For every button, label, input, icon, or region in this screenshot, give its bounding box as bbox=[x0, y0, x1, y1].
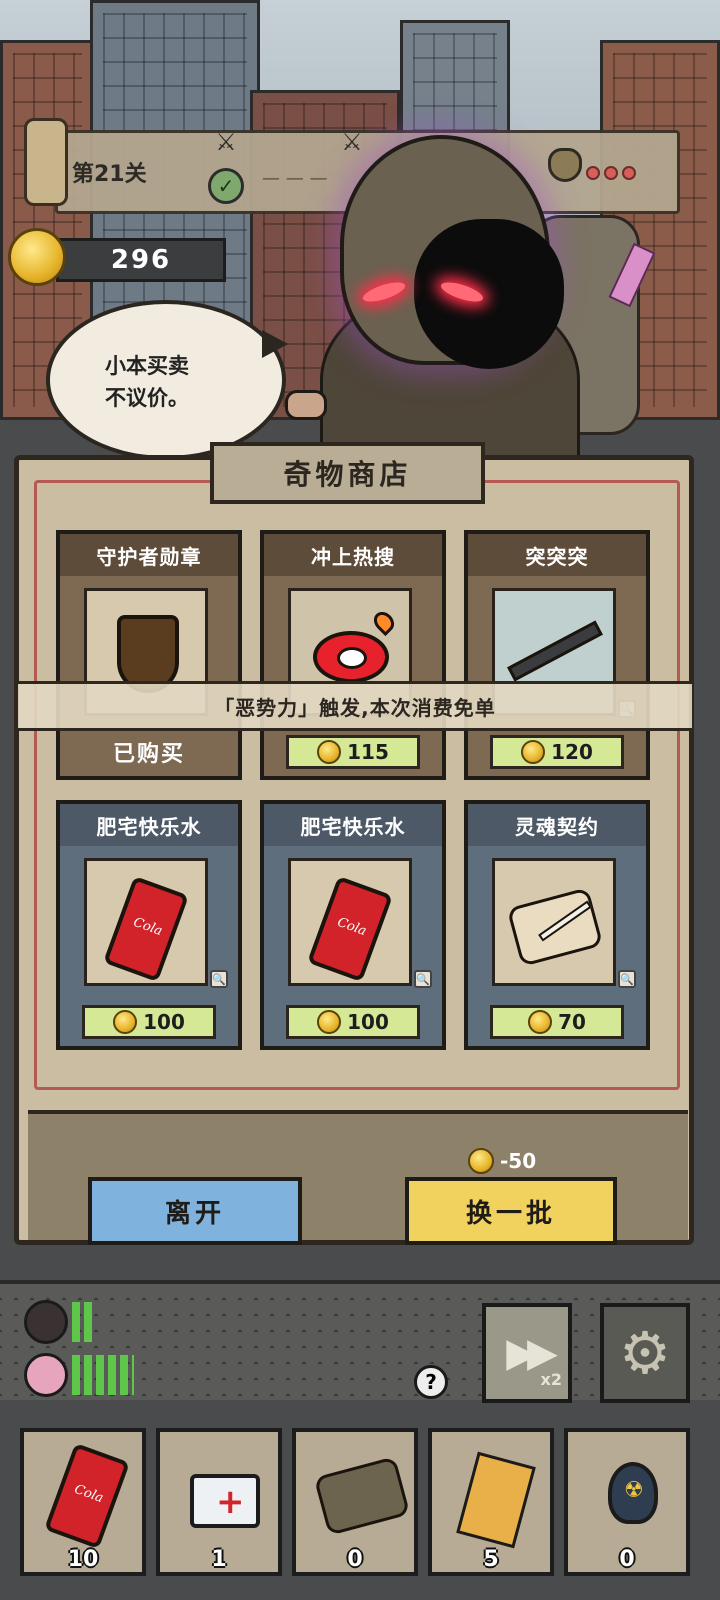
level-label: 第21关 bbox=[72, 162, 147, 187]
settings-button[interactable]: ⚙ bbox=[600, 1303, 690, 1403]
inventory-bar: Cola 10 1 0 5 0 bbox=[14, 1418, 706, 1594]
coin-icon bbox=[317, 740, 342, 764]
inventory-slot[interactable]: 0 bbox=[564, 1428, 690, 1576]
crossed-swords-icon: ⚔ bbox=[215, 128, 237, 156]
speech-bubble-tail bbox=[262, 330, 288, 358]
party-member-avatar[interactable] bbox=[24, 1300, 68, 1344]
shop-item-card[interactable]: 守护者勋章 已购买 bbox=[56, 530, 242, 780]
speed-label: x2 bbox=[540, 1370, 562, 1389]
item-name: 突突突 bbox=[468, 534, 646, 576]
hp-bar bbox=[72, 1302, 96, 1342]
merchant-character bbox=[285, 135, 656, 475]
item-name: 灵魂契约 bbox=[468, 804, 646, 846]
item-price: 120 bbox=[468, 728, 646, 776]
item-art: Cola bbox=[288, 858, 412, 986]
inventory-slot[interactable]: 5 bbox=[428, 1428, 554, 1576]
speed-toggle-button[interactable]: ▶▶ x2 bbox=[482, 1303, 572, 1403]
shop-item-card[interactable]: 突突突 🔍 120 bbox=[464, 530, 650, 780]
price-value: 100 bbox=[143, 1010, 185, 1034]
refresh-cost: -50 bbox=[468, 1148, 536, 1174]
item-art bbox=[492, 858, 616, 986]
weibo-icon bbox=[313, 631, 389, 683]
item-count: 5 bbox=[483, 1547, 499, 1572]
price-value: 70 bbox=[558, 1010, 586, 1034]
shop-item-card[interactable]: 灵魂契约 🔍 70 bbox=[464, 800, 650, 1050]
bomb-icon bbox=[588, 1446, 672, 1546]
item-name: 肥宅快乐水 bbox=[264, 804, 442, 846]
map-scroll-icon[interactable] bbox=[24, 118, 68, 206]
item-price: 115 bbox=[264, 728, 442, 776]
shop-item-card[interactable]: 冲上热搜 115 bbox=[260, 530, 446, 780]
refresh-button[interactable]: 换一批 bbox=[405, 1177, 617, 1245]
inventory-slot[interactable]: 0 bbox=[292, 1428, 418, 1576]
item-count: 0 bbox=[619, 1547, 635, 1572]
price-bar[interactable]: 120 bbox=[490, 735, 624, 769]
item-price: 100 bbox=[264, 998, 442, 1046]
magnify-icon[interactable]: 🔍 bbox=[210, 970, 228, 988]
inventory-slot[interactable]: 1 bbox=[156, 1428, 282, 1576]
gear-icon: ⚙ bbox=[619, 1319, 671, 1387]
magnify-icon[interactable]: 🔍 bbox=[414, 970, 432, 988]
merchant-face bbox=[414, 219, 564, 369]
free-purchase-notice: 「恶势力」触发,本次消费免单 bbox=[18, 681, 692, 731]
price-bar[interactable]: 100 bbox=[286, 1005, 420, 1039]
hp-bar bbox=[72, 1355, 134, 1395]
scroll-icon bbox=[313, 1446, 411, 1546]
price-bar[interactable]: 115 bbox=[286, 735, 420, 769]
lightning-paper-icon bbox=[452, 1446, 536, 1549]
refresh-cost-value: -50 bbox=[500, 1149, 537, 1173]
party-member-avatar[interactable] bbox=[24, 1353, 68, 1397]
cola-can-icon: Cola bbox=[307, 875, 393, 983]
magnify-icon[interactable]: 🔍 bbox=[618, 970, 636, 988]
item-art: Cola bbox=[84, 858, 208, 986]
cola-can-icon: Cola bbox=[44, 1442, 130, 1550]
coin-icon bbox=[528, 1010, 553, 1034]
cola-can-icon: Cola bbox=[103, 875, 189, 983]
rifle-icon bbox=[507, 620, 603, 682]
shop-title: 奇物商店 bbox=[210, 442, 485, 504]
item-name: 守护者勋章 bbox=[60, 534, 238, 576]
item-price: 70 bbox=[468, 998, 646, 1046]
price-value: 115 bbox=[347, 740, 389, 764]
inventory-slot[interactable]: Cola 10 bbox=[20, 1428, 146, 1576]
coin-icon bbox=[113, 1010, 138, 1034]
leave-button[interactable]: 离开 bbox=[88, 1177, 302, 1245]
medkit-icon bbox=[180, 1446, 264, 1546]
item-count: 10 bbox=[67, 1547, 99, 1572]
merchant-hand bbox=[285, 390, 327, 420]
purchased-label: 已购买 bbox=[112, 742, 185, 767]
price-value: 120 bbox=[551, 740, 593, 764]
check-icon: ✓ bbox=[208, 168, 244, 204]
item-count: 1 bbox=[211, 1547, 227, 1572]
item-name: 冲上热搜 bbox=[264, 534, 442, 576]
item-count: 0 bbox=[347, 1547, 363, 1572]
coin-icon bbox=[317, 1010, 342, 1034]
coin-icon bbox=[468, 1148, 494, 1174]
help-icon[interactable]: ? bbox=[414, 1365, 448, 1399]
item-name: 肥宅快乐水 bbox=[60, 804, 238, 846]
shop-item-card[interactable]: 肥宅快乐水 Cola 🔍 100 bbox=[56, 800, 242, 1050]
merchant-hood bbox=[340, 135, 564, 369]
price-value: 100 bbox=[347, 1010, 389, 1034]
merchant-speech: 小本买卖 不议价。 bbox=[105, 354, 189, 410]
coin-icon bbox=[521, 740, 546, 764]
shop-item-card[interactable]: 肥宅快乐水 Cola 🔍 100 bbox=[260, 800, 446, 1050]
coin-counter: 296 bbox=[56, 238, 226, 282]
flame-icon bbox=[369, 607, 399, 637]
coin-icon bbox=[8, 228, 66, 286]
price-bar[interactable]: 70 bbox=[490, 1005, 624, 1039]
item-price: 100 bbox=[60, 998, 238, 1046]
price-bar[interactable]: 100 bbox=[82, 1005, 216, 1039]
